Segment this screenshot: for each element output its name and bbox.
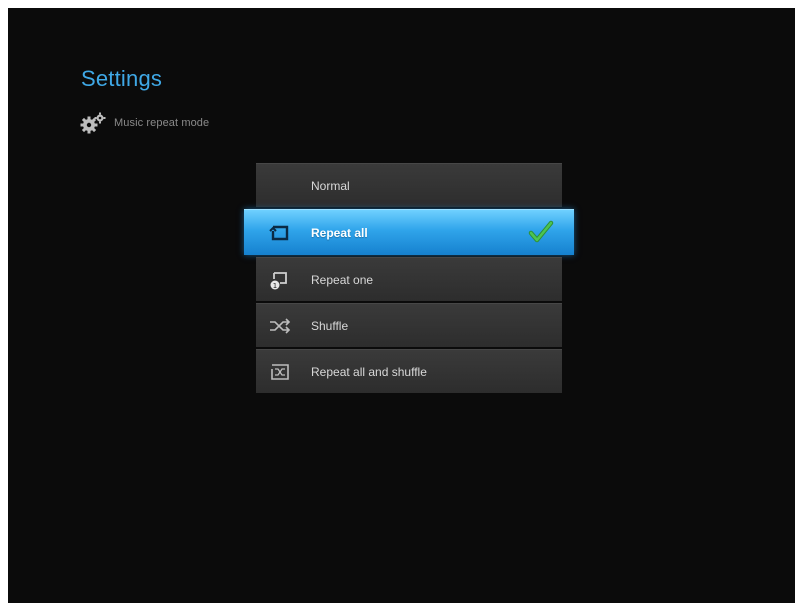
repeat-one-icon: 1 [269, 270, 291, 290]
repeat-all-icon [269, 223, 291, 243]
menu-item-label: Repeat all [311, 225, 368, 240]
shuffle-icon [269, 316, 291, 336]
menu-item-repeat-one[interactable]: 1 Repeat one [256, 257, 562, 301]
repeat-mode-menu: Normal Repeat all 1 Repeat one Shuffle R… [244, 163, 574, 395]
svg-text:1: 1 [273, 282, 277, 290]
menu-item-normal[interactable]: Normal [256, 163, 562, 207]
menu-item-label: Shuffle [311, 318, 349, 333]
menu-item-repeat-all-shuffle[interactable]: Repeat all and shuffle [256, 349, 562, 393]
screen: Settings Music repeat mode Normal Repeat… [8, 8, 795, 603]
menu-item-label: Normal [311, 178, 350, 193]
gear-icon [80, 112, 108, 134]
repeat-shuffle-icon [269, 362, 291, 382]
menu-item-shuffle[interactable]: Shuffle [256, 303, 562, 347]
breadcrumb: Music repeat mode [80, 112, 209, 134]
subtitle: Music repeat mode [114, 117, 210, 129]
menu-item-label: Repeat one [311, 272, 374, 287]
menu-item-repeat-all[interactable]: Repeat all [244, 209, 574, 255]
page-title: Settings [81, 66, 163, 91]
check-icon [528, 219, 554, 245]
menu-item-label: Repeat all and shuffle [311, 364, 427, 379]
